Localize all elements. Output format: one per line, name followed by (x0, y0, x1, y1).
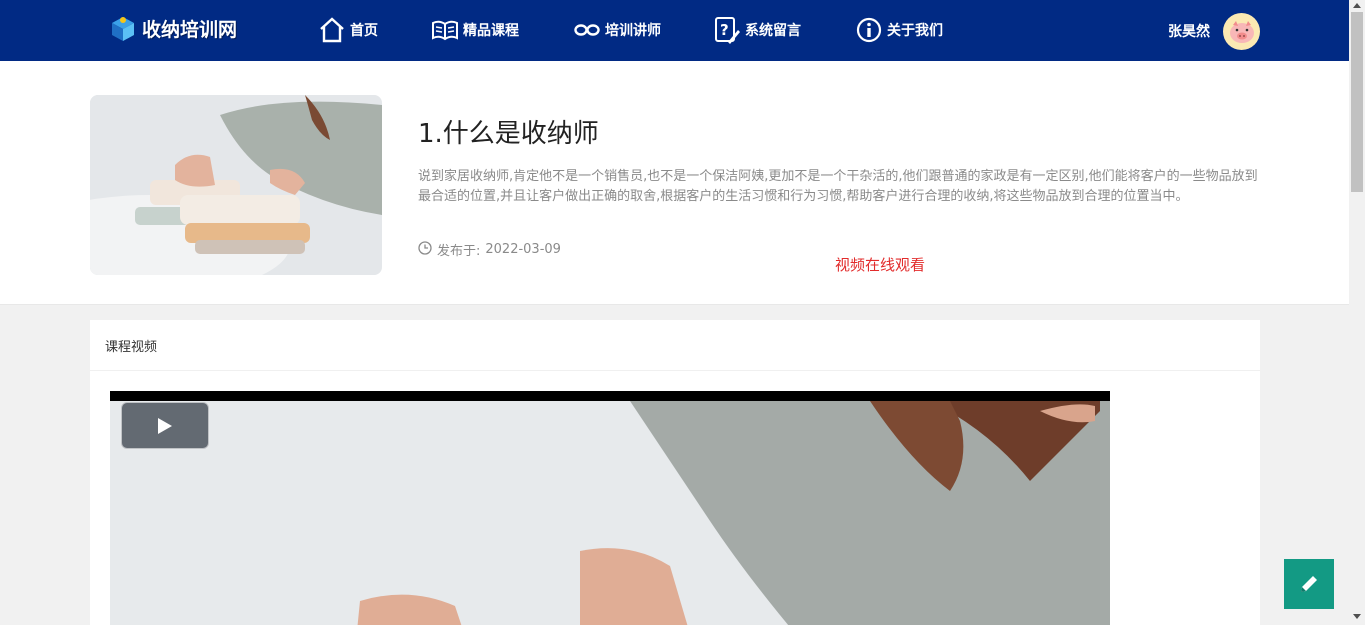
video-poster (110, 401, 1110, 625)
top-navbar: 收纳培训网 首页 精品课程 培训讲师 ? 系统留言 关于我们 张昊然 (0, 0, 1349, 61)
logo-icon (108, 13, 138, 43)
play-icon (158, 417, 172, 434)
video-player[interactable] (110, 391, 1110, 625)
course-title: 1.什么是收纳师 (418, 119, 599, 149)
nav-item-label: 关于我们 (887, 23, 943, 39)
video-card: 课程视频 (90, 320, 1260, 625)
scroll-up-icon[interactable] (1353, 3, 1361, 8)
scroll-down-icon[interactable] (1353, 614, 1361, 619)
info-icon (855, 16, 883, 44)
mask-icon (573, 16, 601, 44)
site-logo[interactable]: 收纳培训网 (108, 13, 237, 43)
nav-item-home[interactable]: 首页 (318, 15, 378, 45)
pig-avatar-icon (1229, 20, 1254, 43)
home-icon (318, 16, 346, 44)
clock-icon (418, 240, 432, 259)
edit-button[interactable] (1284, 559, 1334, 609)
user-name[interactable]: 张昊然 (1168, 21, 1210, 41)
book-icon (431, 16, 459, 44)
course-thumbnail[interactable] (90, 95, 382, 275)
divider (90, 370, 1260, 371)
nav-item-messages[interactable]: ? 系统留言 (713, 15, 801, 45)
question-edit-icon: ? (713, 16, 741, 44)
logo-text: 收纳培训网 (142, 18, 238, 41)
nav-item-label: 系统留言 (745, 23, 801, 39)
nav-item-teachers[interactable]: 培训讲师 (573, 15, 661, 45)
watch-online-link[interactable]: 视频在线观看 (835, 254, 925, 275)
publish-label: 发布于: (437, 244, 481, 259)
nav-item-courses[interactable]: 精品课程 (431, 15, 519, 45)
play-button[interactable] (121, 402, 209, 449)
avatar[interactable] (1223, 13, 1260, 50)
nav-item-about[interactable]: 关于我们 (855, 15, 943, 45)
publish-date: 2022-03-09 (485, 242, 561, 257)
pencil-icon (1301, 576, 1317, 592)
card-title: 课程视频 (105, 340, 158, 355)
svg-text:?: ? (720, 21, 729, 39)
nav-item-label: 首页 (350, 23, 378, 39)
course-header: 1.什么是收纳师 说到家居收纳师,肯定他不是一个销售员,也不是一个保洁阿姨,更加… (0, 61, 1349, 305)
nav-item-label: 培训讲师 (605, 23, 661, 39)
course-description: 说到家居收纳师,肯定他不是一个销售员,也不是一个保洁阿姨,更加不是一个干杂活的,… (418, 169, 1258, 204)
vertical-scrollbar[interactable] (1349, 0, 1365, 625)
publish-info: 发布于: 2022-03-09 (418, 240, 561, 259)
nav-item-label: 精品课程 (463, 23, 519, 39)
scroll-thumb[interactable] (1351, 12, 1363, 192)
